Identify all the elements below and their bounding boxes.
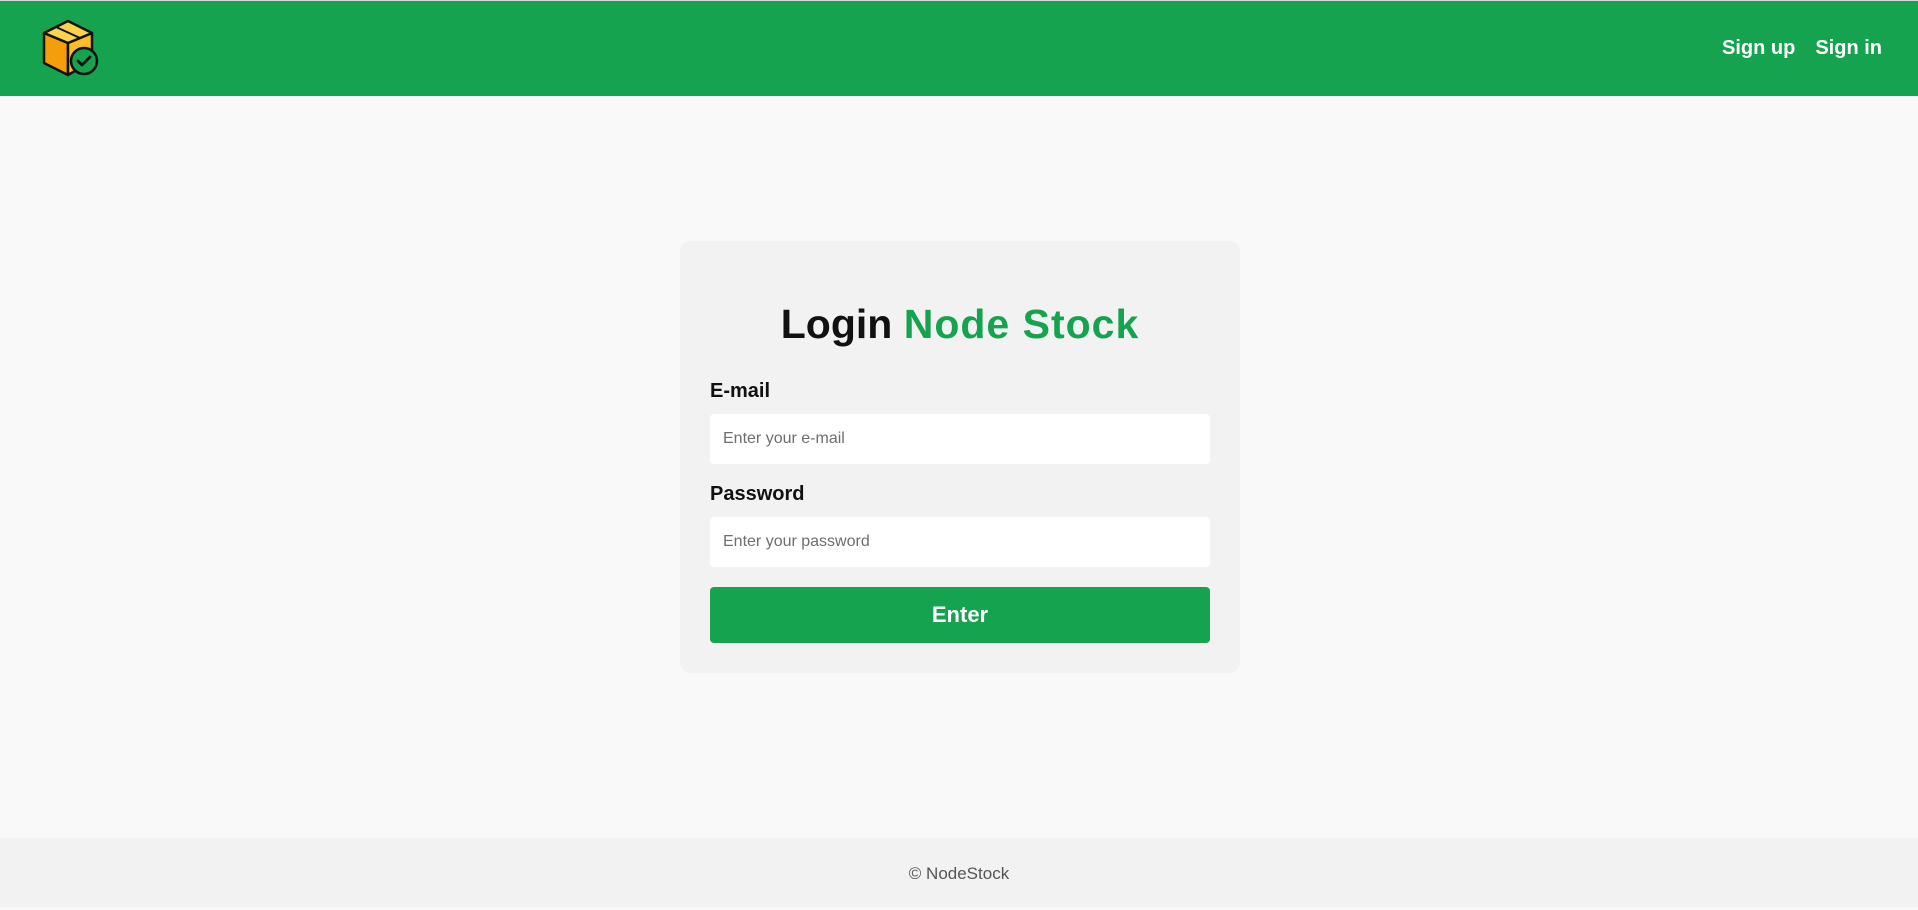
password-label: Password [710,483,805,505]
signup-link[interactable]: Sign up [1722,37,1795,60]
copyright-text: © NodeStock [908,864,1010,883]
title-brand: Node Stock [903,301,1140,347]
page-title: Login Node Stock [680,301,1240,348]
login-card: Login Node Stock E-mail Password Enter [680,241,1240,673]
email-label: E-mail [710,380,771,402]
header-nav: Sign up Sign in [1722,37,1882,60]
package-check-icon[interactable] [40,17,100,77]
footer: © NodeStock [0,838,1918,907]
title-prefix: Login [780,301,893,347]
email-field[interactable] [710,414,1210,464]
signin-link[interactable]: Sign in [1815,37,1882,60]
password-field[interactable] [710,517,1210,567]
enter-button[interactable]: Enter [710,587,1210,643]
top-navbar: Sign up Sign in [0,0,1918,96]
